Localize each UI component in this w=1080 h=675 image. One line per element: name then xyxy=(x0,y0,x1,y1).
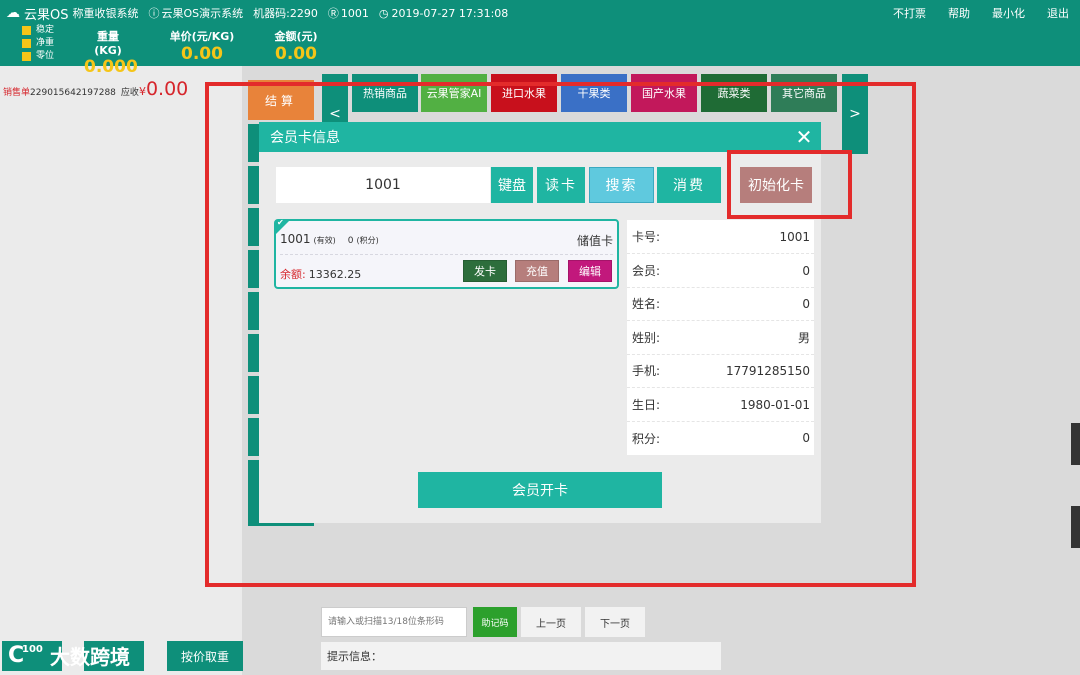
category-dried[interactable]: 干果类 xyxy=(561,74,627,112)
info-row-gender: 姓别: 男 xyxy=(627,321,814,355)
order-label: 销售单 xyxy=(3,88,31,98)
info-row-birthday: 生日: 1980-01-01 xyxy=(627,388,814,422)
svg-text:100: 100 xyxy=(22,644,43,655)
card-type: 储值卡 xyxy=(576,234,613,248)
mnemonic-button[interactable]: 助记码 xyxy=(473,607,517,637)
current-user: Ⓡ 1001 xyxy=(327,6,369,21)
card-number: 1001 xyxy=(280,232,311,246)
checkout-button[interactable]: 结算 xyxy=(248,80,314,120)
member-card-dialog: 会员卡信息 ✕ 键盘 读卡 搜索 消费 初始化卡 ✔ 1001 (有效) 0 (… xyxy=(259,122,821,523)
app-logo-icon: ☁ xyxy=(6,5,20,21)
exit-button[interactable]: 退出 xyxy=(1047,5,1069,21)
top-bar: ☁ 云果OS 称重收银系统 ⓘ 云果OS演示系统 机器码:2290 Ⓡ 1001… xyxy=(0,0,1080,77)
currency-symbol: ¥ xyxy=(138,85,146,98)
watermark-icon: C 100 xyxy=(8,643,43,668)
minimize-button[interactable]: 最小化 xyxy=(992,5,1025,21)
info-icon: ⓘ xyxy=(148,7,160,20)
recharge-button[interactable]: 充值 xyxy=(515,260,559,282)
category-hot[interactable]: 热销商品 xyxy=(352,74,418,112)
card-status: (有效) xyxy=(313,236,336,245)
init-card-button[interactable]: 初始化卡 xyxy=(740,167,812,203)
category-domestic[interactable]: 国产水果 xyxy=(631,74,697,112)
barcode-input[interactable] xyxy=(321,607,467,637)
system-name: 称重收银系统 xyxy=(72,7,139,20)
keyboard-button[interactable]: 键盘 xyxy=(491,167,533,203)
dialog-header: 会员卡信息 ✕ xyxy=(259,122,821,152)
status-net: 净重 xyxy=(22,37,54,50)
app-brand: ☁ 云果OS 称重收银系统 xyxy=(6,4,139,23)
info-row-phone: 手机: 17791285150 xyxy=(627,354,814,388)
info-row-member: 会员: 0 xyxy=(627,254,814,288)
hint-label: 提示信息： xyxy=(327,650,382,663)
watermark-logo: C 100 大数跨境 xyxy=(6,640,130,670)
machine-code: 机器码:2290 xyxy=(253,7,318,20)
card-divider xyxy=(280,254,613,255)
issue-card-button[interactable]: 发卡 xyxy=(463,260,507,282)
status-stable: 稳定 xyxy=(22,24,54,37)
consume-button[interactable]: 消费 xyxy=(657,167,721,203)
member-card-item[interactable]: ✔ 1001 (有效) 0 (积分) 储值卡 余额: 13362.25 发卡 充… xyxy=(274,218,619,289)
price-weight-button[interactable]: 按价取重 xyxy=(167,641,243,671)
info-row-name: 姓名: 0 xyxy=(627,287,814,321)
edit-button[interactable]: 编辑 xyxy=(568,260,612,282)
edge-widget xyxy=(1071,506,1080,548)
card-points-label: (积分) xyxy=(356,236,379,245)
info-row-points: 积分: 0 xyxy=(632,431,810,446)
card-summary: 1001 (有效) 0 (积分) xyxy=(280,232,379,246)
card-points: 0 xyxy=(347,236,354,246)
user-icon: Ⓡ xyxy=(327,7,339,20)
close-icon[interactable]: ✕ xyxy=(793,125,815,149)
member-info-panel: 卡号: 1001 会员: 0 姓名: 0 姓别: 男 手机: 17791285150 生日… xyxy=(627,220,814,455)
top-right-menu: 不打票 帮助 最小化 退出 xyxy=(882,0,1080,26)
help-button[interactable]: 帮助 xyxy=(948,5,970,21)
dialog-title: 会员卡信息 xyxy=(270,130,340,146)
app-name: 云果OS xyxy=(24,7,69,23)
balance-label: 余额: xyxy=(280,268,306,281)
open-member-card-button[interactable]: 会员开卡 xyxy=(418,472,662,508)
category-ai[interactable]: 云果管家AI xyxy=(421,74,487,112)
edge-widget xyxy=(1071,423,1080,465)
category-next-button[interactable]: > xyxy=(842,74,868,154)
hint-bar: 提示信息： xyxy=(321,642,721,670)
no-print-button[interactable]: 不打票 xyxy=(893,5,926,21)
weight-metric: 重量(KG) 0.000 xyxy=(84,30,138,77)
unit-price-metric: 单价(元/KG) 0.00 xyxy=(169,30,235,64)
demo-system: ⓘ 云果OS演示系统 xyxy=(148,7,244,20)
due-label: 应收 xyxy=(120,88,139,98)
category-imported[interactable]: 进口水果 xyxy=(491,74,557,112)
order-number: 229015642197288 xyxy=(30,88,116,98)
scale-status: 稳定 净重 零位 xyxy=(22,24,54,63)
check-icon: ✔ xyxy=(277,218,284,227)
watermark-text: 大数跨境 xyxy=(50,644,130,669)
due-amount: 0.00 xyxy=(145,78,189,100)
datetime: ◷ 2019-07-27 17:31:08 xyxy=(378,6,509,20)
category-veg[interactable]: 蔬菜类 xyxy=(701,74,767,112)
balance-value: 13362.25 xyxy=(308,268,362,281)
status-zero: 零位 xyxy=(22,50,54,63)
clock-icon: ◷ xyxy=(378,6,389,20)
search-button[interactable]: 搜索 xyxy=(589,167,654,203)
order-summary: 销售单 229015642197288 应收 ¥ 0.00 xyxy=(3,78,188,100)
card-number-input[interactable] xyxy=(276,167,490,203)
read-card-button[interactable]: 读卡 xyxy=(537,167,585,203)
prev-page-button[interactable]: 上一页 xyxy=(521,607,581,637)
info-row-card-no: 卡号: 1001 xyxy=(627,220,814,254)
category-other[interactable]: 其它商品 xyxy=(771,74,837,112)
card-balance: 余额: 13362.25 xyxy=(280,266,361,282)
amount-metric: 金额(元) 0.00 xyxy=(274,30,318,64)
next-page-button[interactable]: 下一页 xyxy=(585,607,645,637)
